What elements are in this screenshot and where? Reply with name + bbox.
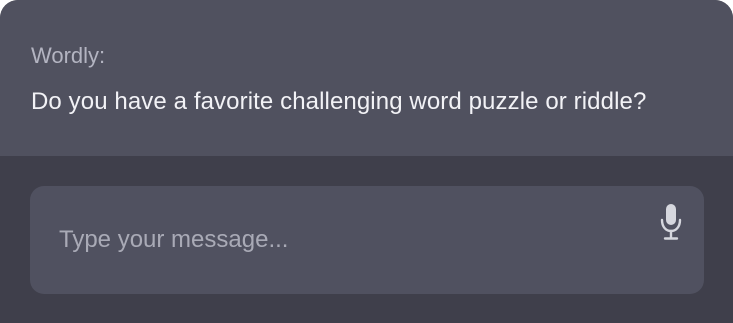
message-composer	[30, 186, 704, 294]
microphone-button[interactable]	[652, 200, 690, 244]
message-input[interactable]	[59, 220, 649, 260]
message-text: Do you have a favorite challenging word …	[31, 88, 647, 115]
chat-window: Wordly: Do you have a favorite challengi…	[0, 0, 733, 323]
microphone-icon	[660, 204, 682, 240]
assistant-message: Wordly: Do you have a favorite challengi…	[0, 0, 733, 156]
sender-label: Wordly:	[31, 43, 106, 68]
